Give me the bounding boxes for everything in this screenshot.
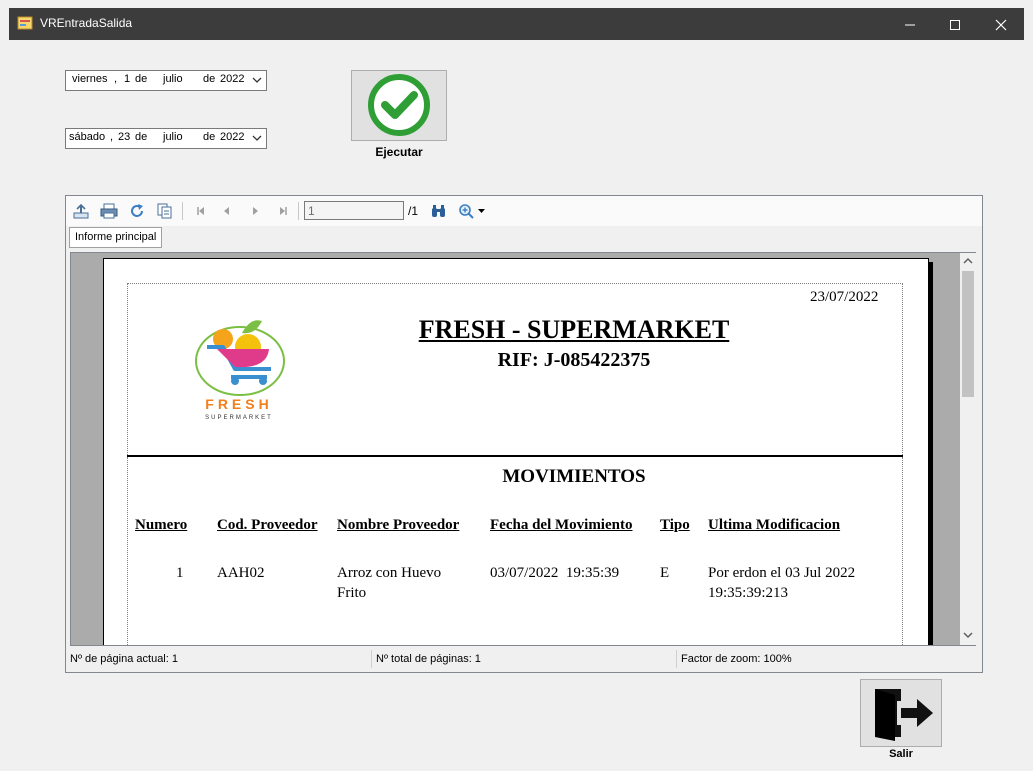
checkmark-circle-icon	[368, 74, 430, 136]
minimize-icon	[905, 24, 915, 26]
date-from-month: julio	[163, 73, 183, 85]
maximize-button[interactable]	[932, 8, 978, 40]
exit-button-label: Salir	[889, 748, 913, 760]
date-to-de-2: de	[203, 131, 216, 143]
status-total-pages: Nº total de páginas: 1	[372, 650, 677, 668]
shopping-cart-logo-icon: FRESH SUPERMARKET	[195, 320, 285, 421]
column-header-tipo: Tipo	[660, 517, 690, 533]
column-header-fecha-movimiento: Fecha del Movimiento	[490, 517, 633, 533]
total-pages-label: /1	[408, 204, 419, 218]
close-icon	[995, 19, 1007, 31]
report-header-rule	[127, 455, 903, 457]
zoom-icon[interactable]	[458, 203, 476, 219]
status-zoom: Factor de zoom: 100%	[681, 653, 792, 665]
cell-tipo: E	[660, 565, 670, 581]
exit-button[interactable]	[860, 679, 942, 747]
date-to-de-1: de	[132, 131, 148, 143]
cell-nombre-line2: Frito	[337, 585, 367, 601]
find-icon[interactable]	[430, 203, 448, 219]
chevron-down-icon[interactable]	[250, 130, 264, 146]
date-to-year: 2022	[220, 131, 245, 143]
first-page-icon[interactable]	[192, 203, 210, 219]
vertical-scrollbar[interactable]	[960, 252, 976, 646]
date-to-month: julio	[163, 131, 183, 143]
app-icon	[17, 16, 33, 30]
export-icon[interactable]	[72, 203, 90, 219]
toolbar-separator	[182, 202, 183, 220]
date-from-de-2: de	[203, 73, 216, 85]
column-header-numero: Numero	[135, 517, 188, 533]
status-current-page: Nº de página actual: 1	[66, 650, 372, 668]
cell-modificacion-line1: Por erdon el 03 Jul 2022	[708, 565, 856, 581]
company-logo: FRESH SUPERMARKET	[147, 299, 327, 434]
cell-numero: 1	[176, 565, 184, 581]
logo-subtext: SUPERMARKET	[205, 415, 273, 421]
next-page-icon[interactable]	[246, 203, 264, 219]
company-name: FRESH - SUPERMARKET	[418, 315, 730, 344]
date-to-picker[interactable]: sábado , 23 de julio de 2022	[65, 128, 267, 149]
zoom-dropdown-icon[interactable]	[478, 208, 485, 214]
report-date: 23/07/2022	[810, 289, 879, 305]
date-from-weekday: viernes	[72, 73, 108, 85]
cell-fecha: 03/07/2022 19:35:39	[490, 565, 620, 581]
chevron-down-icon[interactable]	[250, 72, 264, 88]
refresh-icon[interactable]	[128, 203, 146, 219]
date-from-year: 2022	[220, 73, 245, 85]
cell-modificacion-line2: 19:35:39:213	[708, 585, 789, 601]
status-bar: Nº de página actual: 1 Nº total de págin…	[66, 648, 982, 670]
date-from-day: 1	[124, 73, 131, 85]
date-to-day: 23	[118, 131, 131, 143]
close-button[interactable]	[978, 8, 1024, 40]
cell-nombre-line1: Arroz con Huevo	[337, 565, 442, 581]
date-from-de-1: de	[132, 73, 148, 85]
report-canvas: 23/07/2022 FRESH SUPERMARKET FRESH - SUP…	[70, 252, 962, 646]
print-icon[interactable]	[100, 203, 118, 219]
report-page: 23/07/2022 FRESH SUPERMARKET FRESH - SUP…	[103, 258, 929, 645]
page-setup-icon[interactable]	[156, 203, 174, 219]
maximize-icon	[950, 20, 960, 31]
cell-codigo: AAH02	[217, 565, 265, 581]
column-header-ultima-modificacion: Ultima Modificacion	[708, 517, 841, 533]
date-to-weekday: sábado	[69, 131, 106, 143]
current-page-input[interactable]: 1	[304, 201, 404, 220]
title-bar: VREntradaSalida	[9, 8, 1024, 40]
execute-button-label: Ejecutar	[375, 145, 423, 159]
column-header-cod-proveedor: Cod. Proveedor	[217, 517, 318, 533]
report-tab-row: Informe principal	[66, 226, 982, 248]
previous-page-icon[interactable]	[218, 203, 236, 219]
toolbar-separator	[298, 202, 299, 220]
company-rif: RIF: J-085422375	[497, 349, 651, 371]
column-header-nombre-proveedor: Nombre Proveedor	[337, 517, 460, 533]
report-toolbar: 1 /1	[66, 196, 982, 227]
tab-informe-principal[interactable]: Informe principal	[69, 227, 163, 248]
date-separator: ,	[110, 131, 114, 143]
scroll-down-icon[interactable]	[963, 631, 973, 639]
minimize-button[interactable]	[887, 8, 933, 40]
date-from-picker[interactable]: viernes , 1 de julio de 2022	[65, 70, 267, 91]
section-title: MOVIMIENTOS	[502, 466, 646, 487]
report-body-frame-right	[902, 457, 903, 645]
scroll-up-icon[interactable]	[963, 257, 973, 265]
last-page-icon[interactable]	[274, 203, 292, 219]
report-viewer: 1 /1 Informe principal 23/07/2022 FRESH …	[65, 195, 983, 673]
execute-button[interactable]	[351, 70, 447, 141]
window-title: VREntradaSalida	[40, 16, 133, 30]
scrollbar-thumb[interactable]	[962, 271, 974, 397]
date-separator: ,	[114, 73, 118, 85]
logo-text: FRESH	[205, 396, 272, 412]
report-body-frame-left	[127, 457, 128, 645]
exit-door-icon	[875, 689, 933, 741]
